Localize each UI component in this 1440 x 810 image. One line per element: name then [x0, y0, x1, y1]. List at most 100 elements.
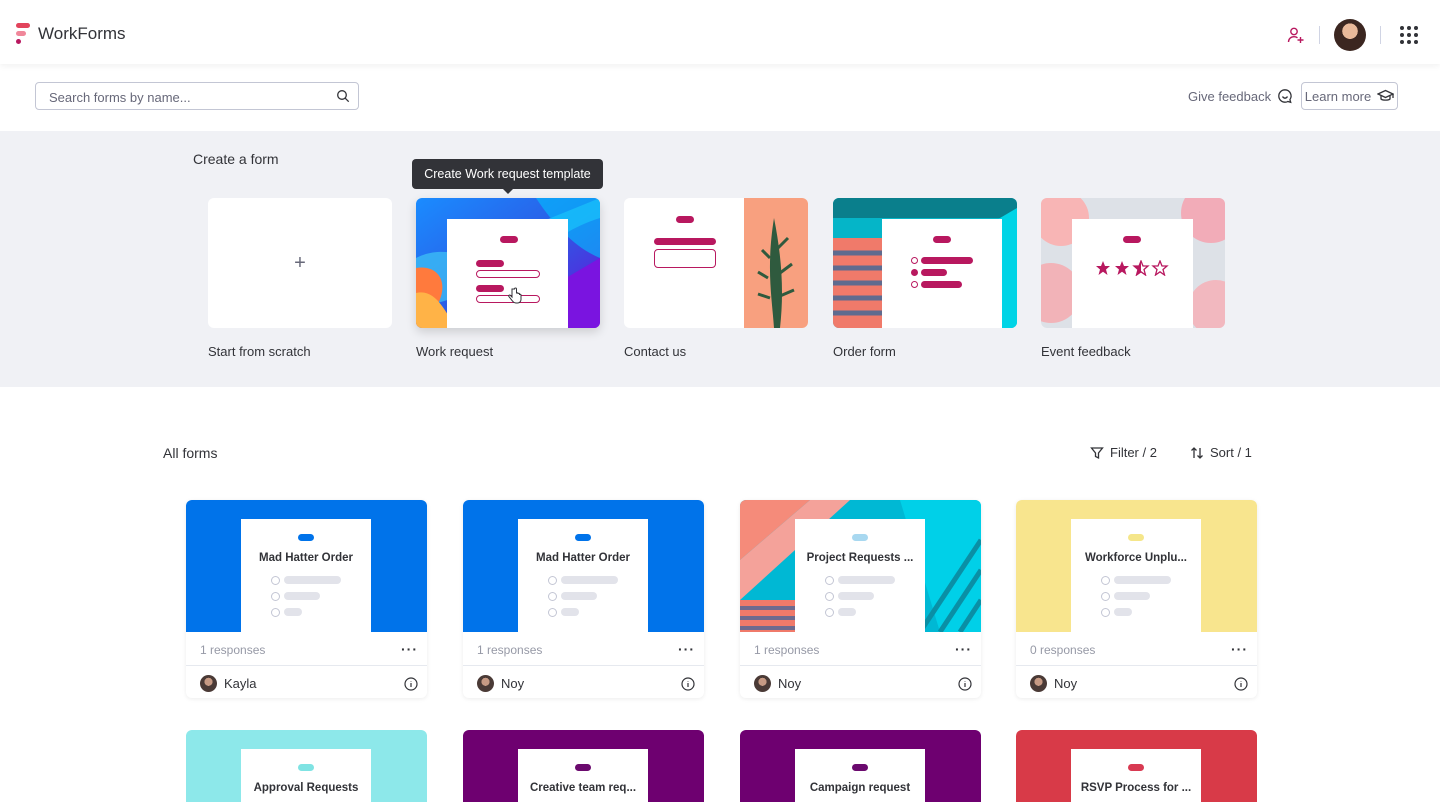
apps-grid-icon[interactable]	[1399, 25, 1419, 45]
radio-icon	[271, 576, 280, 585]
form-card-thumbnail[interactable]: Workforce Unplu...	[1016, 500, 1257, 632]
form-preview-header	[298, 534, 314, 541]
template-label[interactable]: Order form	[833, 344, 896, 359]
form-preview-header	[1128, 764, 1144, 771]
form-preview-header	[298, 764, 314, 771]
form-card-owner: Noy	[501, 676, 525, 691]
form-card-thumbnail[interactable]: RSVP Process for ...	[1016, 730, 1257, 802]
form-preview-option	[284, 576, 341, 584]
form-preview-paper: Creative team req...	[518, 749, 648, 802]
brand-name[interactable]: WorkForms	[38, 24, 126, 44]
contact-us-plant-image	[744, 198, 808, 328]
more-options-icon[interactable]: ···	[955, 641, 972, 657]
header-divider	[1319, 26, 1320, 44]
form-card[interactable]: Mad Hatter Order 1 responses ··· Kayla	[186, 500, 427, 698]
form-preview-option	[838, 592, 874, 600]
form-card-title: Mad Hatter Order	[259, 552, 353, 564]
form-card-owner: Noy	[778, 676, 802, 691]
template-label[interactable]: Event feedback	[1041, 344, 1131, 359]
sort-label: Sort / 1	[1210, 445, 1252, 460]
form-preview-option	[1114, 576, 1171, 584]
plus-icon: +	[294, 251, 306, 274]
learn-more-button[interactable]: Learn more	[1301, 82, 1398, 110]
form-card-thumbnail[interactable]: Mad Hatter Order	[186, 500, 427, 632]
form-preview-label	[476, 260, 504, 267]
form-card-title: RSVP Process for ...	[1080, 782, 1192, 794]
radio-icon	[548, 608, 557, 617]
workforms-logo-icon[interactable]	[14, 22, 32, 46]
form-preview-option	[921, 281, 962, 288]
card-divider	[1016, 665, 1257, 666]
form-card-thumbnail[interactable]: Creative team req...	[463, 730, 704, 802]
template-label[interactable]: Work request	[416, 344, 493, 359]
form-card-thumbnail[interactable]: Campaign request	[740, 730, 981, 802]
filter-button[interactable]: Filter / 2	[1090, 445, 1157, 460]
search-box[interactable]	[35, 82, 359, 110]
form-preview-paper: Mad Hatter Order	[518, 519, 648, 632]
template-label[interactable]: Contact us	[624, 344, 686, 359]
info-icon[interactable]	[404, 677, 418, 691]
form-preview-header	[676, 216, 694, 223]
form-card-owner: Kayla	[224, 676, 257, 691]
form-preview-header	[852, 534, 868, 541]
form-card-title: Mad Hatter Order	[536, 552, 630, 564]
info-icon[interactable]	[1234, 677, 1248, 691]
template-event-feedback[interactable]	[1041, 198, 1225, 328]
form-card-thumbnail[interactable]: Project Requests ...	[740, 500, 981, 632]
form-preview-paper	[882, 219, 1002, 328]
form-preview-header	[852, 764, 868, 771]
form-preview-option	[284, 592, 320, 600]
star-rating-icon	[1096, 260, 1169, 276]
form-card-thumbnail[interactable]: Mad Hatter Order	[463, 500, 704, 632]
top-bar: WorkForms	[0, 0, 1440, 64]
form-card-thumbnail[interactable]: Approval Requests	[186, 730, 427, 802]
form-preview-label	[654, 238, 716, 245]
form-preview-option	[1114, 592, 1150, 600]
form-card-responses: 1 responses	[754, 643, 820, 657]
template-work-request[interactable]	[416, 198, 600, 328]
search-icon[interactable]	[336, 89, 350, 103]
template-start-from-scratch[interactable]: +	[208, 198, 392, 328]
sort-button[interactable]: Sort / 1	[1190, 445, 1252, 460]
form-card[interactable]: Mad Hatter Order 1 responses ··· Noy	[463, 500, 704, 698]
owner-avatar	[200, 675, 217, 692]
owner-avatar	[477, 675, 494, 692]
form-preview-label	[476, 285, 504, 292]
more-options-icon[interactable]: ···	[401, 641, 418, 657]
radio-icon	[911, 269, 918, 276]
owner-avatar	[754, 675, 771, 692]
form-card-responses: 0 responses	[1030, 643, 1096, 657]
form-card[interactable]: Workforce Unplu... 0 responses ··· Noy	[1016, 500, 1257, 698]
info-icon[interactable]	[958, 677, 972, 691]
form-preview-option	[284, 608, 302, 616]
more-options-icon[interactable]: ···	[1231, 641, 1248, 657]
radio-icon	[825, 576, 834, 585]
radio-icon	[548, 576, 557, 585]
template-contact-us[interactable]	[624, 198, 808, 328]
more-options-icon[interactable]: ···	[678, 641, 695, 657]
add-person-icon[interactable]	[1287, 26, 1305, 44]
form-preview-paper: Workforce Unplu...	[1071, 519, 1201, 632]
radio-icon	[1101, 576, 1110, 585]
form-preview-paper: Mad Hatter Order	[241, 519, 371, 632]
template-order-form[interactable]	[833, 198, 1017, 328]
header-divider	[1380, 26, 1381, 44]
info-icon[interactable]	[681, 677, 695, 691]
form-card-responses: 1 responses	[200, 643, 266, 657]
form-preview-option	[838, 576, 895, 584]
form-preview-header	[575, 764, 591, 771]
search-input[interactable]	[49, 88, 329, 106]
form-preview-paper: Approval Requests	[241, 749, 371, 802]
radio-icon	[825, 608, 834, 617]
form-preview-option	[838, 608, 856, 616]
give-feedback-button[interactable]: Give feedback	[1188, 86, 1293, 106]
form-preview-header	[1123, 236, 1141, 243]
template-label[interactable]: Start from scratch	[208, 344, 311, 359]
radio-icon	[911, 257, 918, 264]
graduation-cap-icon	[1377, 89, 1395, 101]
template-tooltip: Create Work request template	[412, 159, 603, 194]
create-form-title: Create a form	[193, 151, 279, 167]
form-preview-paper: Project Requests ...	[795, 519, 925, 632]
user-avatar[interactable]	[1334, 19, 1366, 51]
form-card[interactable]: Project Requests ... 1 responses ··· Noy	[740, 500, 981, 698]
